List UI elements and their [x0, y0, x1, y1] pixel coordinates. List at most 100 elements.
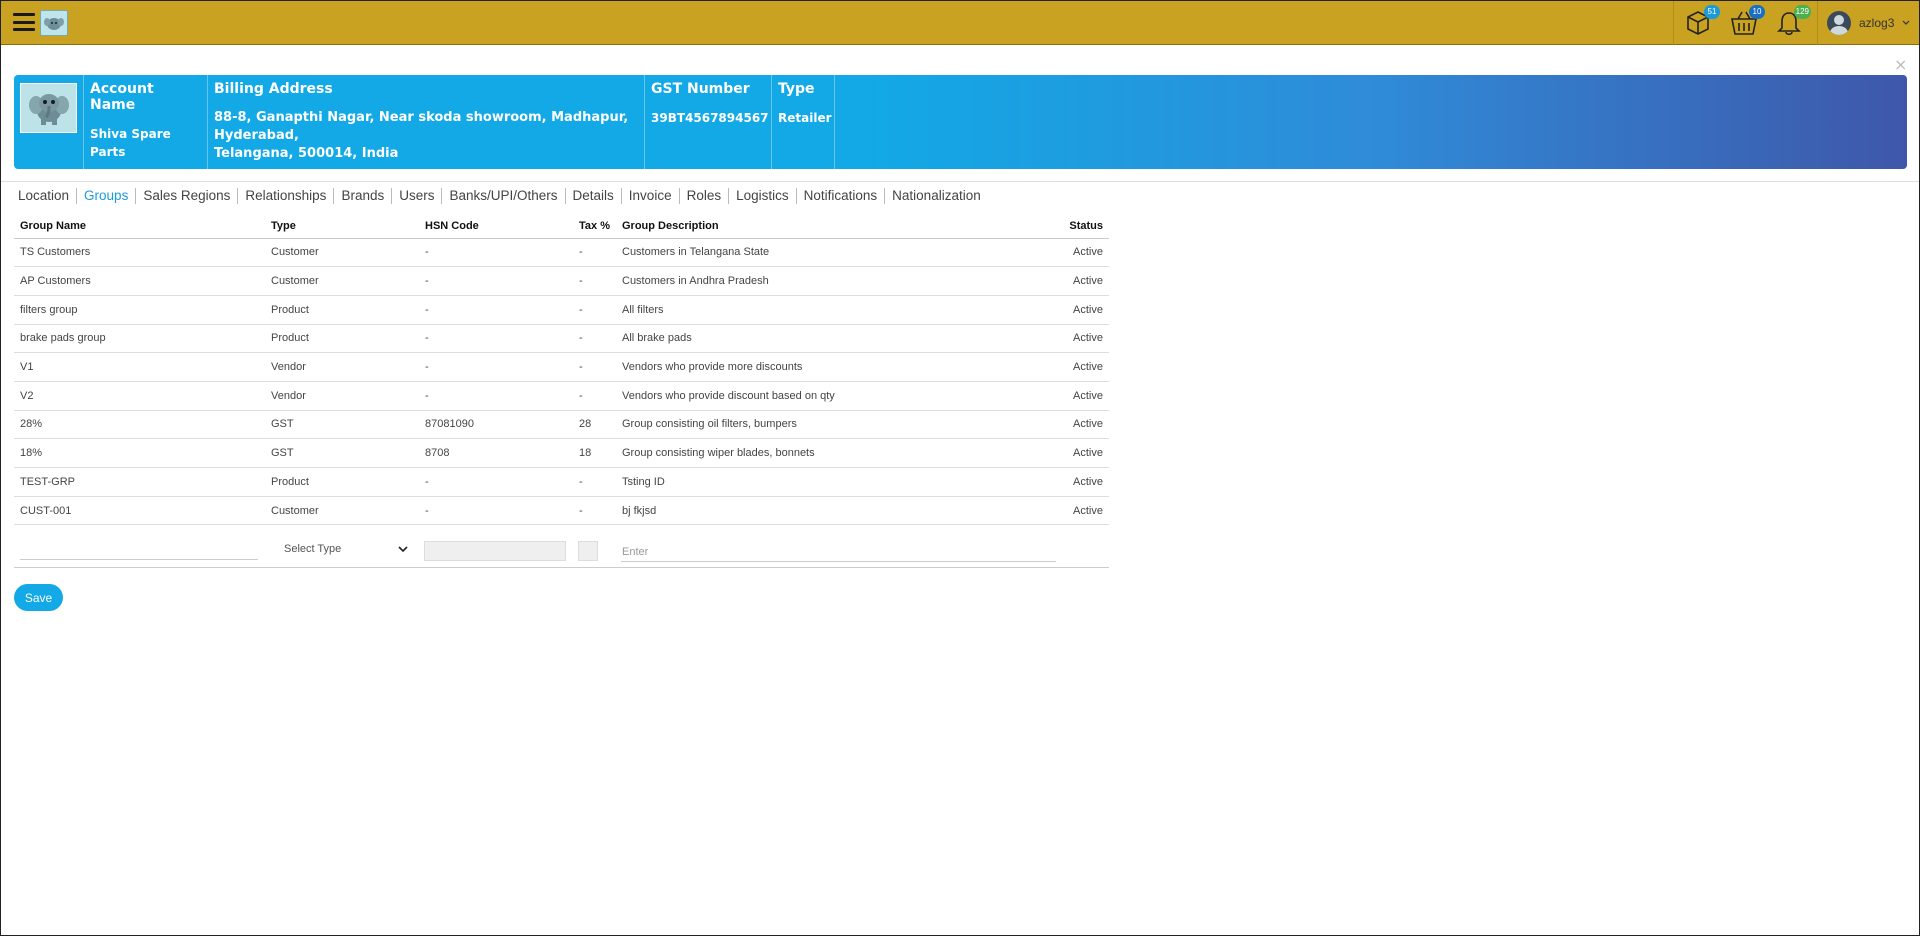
- type-select[interactable]: Select Type: [272, 538, 412, 560]
- account-name-value: Shiva Spare Parts: [90, 127, 171, 159]
- tab-nationalization[interactable]: Nationalization: [885, 188, 988, 204]
- table-row[interactable]: 18% GST 8708 18 Group consisting wiper blade…: [14, 438, 1109, 468]
- cell-status: Active: [1028, 381, 1109, 411]
- table-row[interactable]: 28% GST 87081090 28 Group consisting oil fil…: [14, 410, 1109, 440]
- col-group-name: Group Name: [14, 214, 265, 239]
- cell-status: Active: [1028, 438, 1109, 468]
- table-row[interactable]: TS Customers Customer - - Customers in Telan…: [14, 238, 1109, 268]
- table-row[interactable]: filters group Product - - All filters Active: [14, 295, 1109, 325]
- cell-group-name: AP Customers: [14, 266, 265, 296]
- cell-status: Active: [1028, 410, 1109, 440]
- billing-address-header: Billing Address: [214, 81, 333, 97]
- cell-type: GST: [265, 438, 419, 468]
- tab-logistics[interactable]: Logistics: [729, 188, 797, 204]
- tab-groups[interactable]: Groups: [77, 188, 137, 204]
- cube-icon[interactable]: 51: [1684, 5, 1720, 37]
- hamburger-icon[interactable]: [13, 13, 35, 31]
- save-button[interactable]: Save: [14, 584, 63, 611]
- cell-type: Customer: [265, 266, 419, 296]
- cell-group-name: brake pads group: [14, 324, 265, 354]
- cell-tax: -: [573, 324, 616, 354]
- cell-type: Customer: [265, 238, 419, 268]
- cell-description: bj fkjsd: [616, 496, 1028, 526]
- new-group-row: Select Type: [14, 528, 1109, 568]
- cell-tax: -: [573, 467, 616, 497]
- cube-badge: 51: [1704, 5, 1720, 19]
- cell-tax: -: [573, 381, 616, 411]
- tab-users[interactable]: Users: [392, 188, 443, 204]
- account-banner: Account Name Shiva Spare Parts Billing A…: [14, 75, 1907, 169]
- cell-group-name: V1: [14, 352, 265, 382]
- bell-icon[interactable]: 129: [1775, 5, 1811, 37]
- col-status: Status: [1028, 214, 1109, 239]
- cell-status: Active: [1028, 496, 1109, 526]
- elephant-logo-icon[interactable]: [40, 10, 68, 36]
- col-type: Type: [265, 214, 419, 239]
- top-navbar: 51 10 129 azlog3: [1, 1, 1919, 45]
- tab-banks-upi-others[interactable]: Banks/UPI/Others: [442, 188, 566, 204]
- billing-line-2: Hyderabad,: [214, 128, 299, 143]
- group-description-input[interactable]: [621, 542, 1056, 562]
- cell-group-name: 18%: [14, 438, 265, 468]
- tab-invoice[interactable]: Invoice: [622, 188, 680, 204]
- cell-type: Product: [265, 467, 419, 497]
- chevron-down-icon: [1902, 20, 1910, 25]
- table-row[interactable]: V1 Vendor - - Vendors who provide more disco…: [14, 352, 1109, 382]
- cell-group-name: V2: [14, 381, 265, 411]
- table-row[interactable]: AP Customers Customer - - Customers in Andhr…: [14, 266, 1109, 296]
- account-type-header: Type: [778, 81, 815, 97]
- account-type-cell: Type Retailer: [772, 75, 835, 169]
- table-header-row: Group Name Type HSN Code Tax % Group Des…: [14, 214, 1109, 239]
- group-name-input[interactable]: [20, 542, 258, 560]
- tab-notifications[interactable]: Notifications: [797, 188, 886, 204]
- cell-hsn: -: [419, 266, 573, 296]
- tab-relationships[interactable]: Relationships: [238, 188, 335, 204]
- table-row[interactable]: V2 Vendor - - Vendors who provide discount b…: [14, 381, 1109, 411]
- cell-description: Tsting ID: [616, 467, 1028, 497]
- groups-table: Group Name Type HSN Code Tax % Group Des…: [14, 214, 1109, 526]
- account-tabs: Location Groups Sales Regions Relationsh…: [14, 186, 988, 206]
- tab-brands[interactable]: Brands: [334, 188, 393, 204]
- tax-input[interactable]: [578, 541, 598, 561]
- cell-tax: -: [573, 352, 616, 382]
- table-row[interactable]: TEST-GRP Product - - Tsting ID Active: [14, 467, 1109, 497]
- table-row[interactable]: CUST-001 Customer - - bj fkjsd Active: [14, 496, 1109, 526]
- cell-hsn: -: [419, 467, 573, 497]
- cell-status: Active: [1028, 238, 1109, 268]
- basket-badge: 10: [1749, 5, 1765, 19]
- account-name-cell: Account Name Shiva Spare Parts: [84, 75, 208, 169]
- cell-type: Product: [265, 324, 419, 354]
- cell-description: Vendors who provide more discounts: [616, 352, 1028, 382]
- cell-group-name: TEST-GRP: [14, 467, 265, 497]
- tab-roles[interactable]: Roles: [680, 188, 730, 204]
- table-row[interactable]: brake pads group Product - - All brake pads A…: [14, 324, 1109, 354]
- close-icon[interactable]: ×: [1894, 55, 1907, 74]
- cell-description: Group consisting wiper blades, bonnets: [616, 438, 1028, 468]
- type-select-label: Select Type: [284, 543, 342, 555]
- cell-tax: -: [573, 238, 616, 268]
- cell-description: Customers in Andhra Pradesh: [616, 266, 1028, 296]
- billing-line-1: 88-8, Ganapthi Nagar, Near skoda showroo…: [214, 110, 629, 125]
- chevron-down-icon: [398, 545, 408, 552]
- cell-description: Customers in Telangana State: [616, 238, 1028, 268]
- cell-status: Active: [1028, 295, 1109, 325]
- account-name-header: Account Name: [90, 81, 154, 113]
- tab-details[interactable]: Details: [566, 188, 622, 204]
- cell-type: Vendor: [265, 352, 419, 382]
- col-tax: Tax %: [573, 214, 616, 239]
- col-group-description: Group Description: [616, 214, 1028, 239]
- basket-icon[interactable]: 10: [1729, 5, 1765, 37]
- cell-tax: 28: [573, 410, 616, 440]
- account-type-value: Retailer: [778, 111, 832, 125]
- top-divider: [1817, 1, 1818, 45]
- tab-sales-regions[interactable]: Sales Regions: [136, 188, 239, 204]
- user-menu[interactable]: azlog3: [1827, 11, 1910, 35]
- section-divider: [1, 181, 1919, 182]
- account-logo-icon: [20, 83, 77, 133]
- billing-line-3: Telangana, 500014, India: [214, 146, 399, 161]
- cell-hsn: -: [419, 352, 573, 382]
- cell-tax: -: [573, 266, 616, 296]
- hsn-code-input[interactable]: [424, 541, 566, 561]
- tab-location[interactable]: Location: [14, 188, 78, 204]
- cell-type: GST: [265, 410, 419, 440]
